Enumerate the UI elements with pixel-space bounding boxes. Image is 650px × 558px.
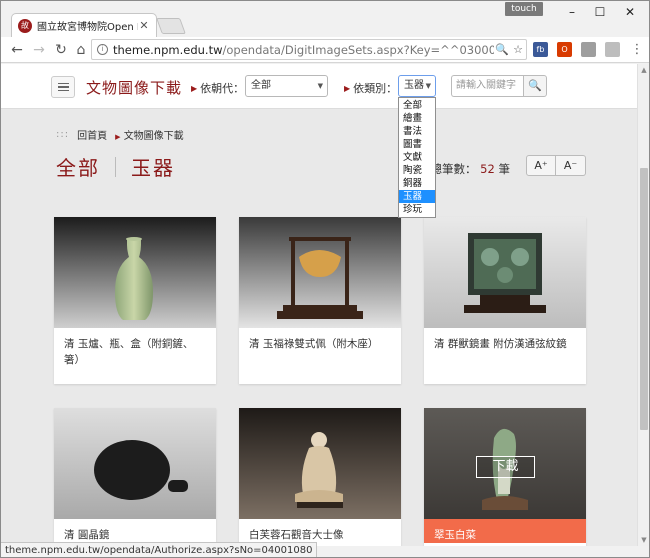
category-select[interactable]: 玉器 ▼ [398,75,436,97]
artifact-card[interactable]: 清 玉福祿雙式佩（附木座） [239,217,401,384]
breadcrumb-current-text[interactable]: 文物圖像下載 [124,131,184,142]
artifact-caption[interactable]: 翠玉白菜 [424,519,586,543]
profile-badge[interactable]: touch [505,2,543,16]
artifact-thumbnail[interactable] [54,217,216,328]
minimize-icon[interactable]: – [557,3,587,21]
search-icon: 🔍 [528,79,542,92]
page-title: 全部 玉器 [56,152,175,181]
dynasty-select[interactable]: 全部 ▼ [245,75,328,97]
search-button[interactable]: 🔍 [523,75,547,97]
dropdown-option[interactable]: 繪畫 [399,112,435,125]
tab-title: 國立故宮博物院Open D [37,22,138,33]
dropdown-option[interactable]: 玉器 [399,190,435,203]
dynasty-label-text: 依朝代： [200,82,245,95]
dynasty-select-value: 全部 [251,80,271,91]
tab-close-icon[interactable]: ✕ [138,19,150,32]
triangle-icon: ▶ [344,83,351,93]
forward-arrow-icon[interactable]: → [29,40,49,60]
maximize-icon[interactable]: ☐ [585,3,615,21]
artifact-caption[interactable]: 清 玉福祿雙式佩（附木座） [239,328,401,352]
artifact-card[interactable]: 白芙蓉石觀音大士像 [239,408,401,546]
browser-tab[interactable]: 故 國立故宮博物院Open D ✕ [11,13,157,37]
chevron-down-icon: ▼ [317,82,323,90]
category-select-value: 玉器 [404,80,424,91]
result-count-value: 52 [480,162,495,176]
artifact-caption[interactable]: 清 群獸鏡畫 附仿漢通弦紋鏡 [424,328,586,352]
url-host: theme.npm.edu.tw [113,42,223,57]
info-icon[interactable]: i [97,44,108,55]
triangle-icon: ▶ [115,133,121,141]
zoom-icon[interactable]: 🔍 [494,43,510,56]
artifact-card[interactable]: 清 玉爐、瓶、盒（附銅鏟、箸） [54,217,216,384]
breadcrumb-home-link[interactable]: 回首頁 [77,127,107,142]
dropdown-option[interactable]: 銅器 [399,177,435,190]
page-title-dynasty: 全部 [56,156,100,180]
dropdown-option[interactable]: 圖書 [399,138,435,151]
artifact-card[interactable]: 下載 翠玉白菜 [424,408,586,546]
reload-icon[interactable]: ↻ [51,40,71,60]
artifact-thumbnail[interactable] [424,217,586,328]
artifact-caption[interactable]: 白芙蓉石觀音大士像 [239,519,401,543]
search-input[interactable]: 請輸入關鍵字 [451,75,523,97]
dropdown-option[interactable]: 陶瓷 [399,164,435,177]
extension-icon[interactable] [581,42,596,57]
breadcrumb-current: ▶ 文物圖像下載 [115,127,184,142]
artifact-thumbnail[interactable] [239,408,401,519]
window-close-icon[interactable]: ✕ [615,3,645,21]
scroll-down-icon[interactable]: ▼ [638,534,649,546]
font-decrease-button[interactable]: A⁻ [556,155,586,176]
dropdown-option[interactable]: 書法 [399,125,435,138]
dynasty-filter-label: ▶ 依朝代： [191,80,244,96]
new-tab-button[interactable] [156,18,186,34]
artifact-thumbnail[interactable]: 下載 [424,408,586,519]
home-icon[interactable]: ⌂ [71,40,91,60]
bookmark-star-icon[interactable]: ☆ [510,43,526,56]
category-filter-label: ▶ 依類別： [344,80,397,96]
hamburger-menu-button[interactable] [51,76,75,98]
scroll-up-icon[interactable]: ▲ [638,64,649,76]
font-size-controls: A⁺ A⁻ [526,155,586,176]
address-bar[interactable]: i theme.npm.edu.tw/opendata/DigitImageSe… [91,39,527,60]
tab-strip: 故 國立故宮博物院Open D ✕ touch – ☐ ✕ [1,1,649,37]
url-path: /opendata/DigitImageSets.aspx?Key=^^0300… [222,42,495,57]
artifact-caption[interactable]: 清 圓晶鏡 [54,519,216,543]
download-button[interactable]: 下載 [476,456,535,478]
category-dropdown-list[interactable]: 全部 繪畫 書法 圖書 文獻 陶瓷 銅器 玉器 珍玩 [398,97,436,218]
browser-toolbar: ← → ↻ ⌂ i theme.npm.edu.tw/opendata/Digi… [1,37,649,63]
chrome-menu-icon[interactable]: ⋮ [627,40,647,60]
site-title[interactable]: 文物圖像下載 [86,77,182,98]
artifact-thumbnail[interactable] [239,217,401,328]
page-viewport: 文物圖像下載 ▶ 依朝代： 全部 ▼ ▶ 依類別： 玉器 ▼ 請輸入關鍵字 🔍 全部 繪畫… [1,64,637,546]
office-extension-icon[interactable]: O [557,42,572,57]
font-increase-button[interactable]: A⁺ [526,155,556,176]
scrollbar-thumb[interactable] [640,168,648,430]
dropdown-option[interactable]: 文獻 [399,151,435,164]
artifact-card[interactable]: 清 群獸鏡畫 附仿漢通弦紋鏡 [424,217,586,384]
chevron-down-icon: ▼ [425,82,431,90]
site-header: 文物圖像下載 ▶ 依朝代： 全部 ▼ ▶ 依類別： 玉器 ▼ 請輸入關鍵字 🔍 [1,64,637,109]
site-favicon-icon: 故 [18,18,32,33]
url-text: theme.npm.edu.tw/opendata/DigitImageSets… [113,43,494,57]
artifact-card[interactable]: 清 圓晶鏡 [54,408,216,546]
browser-window: 故 國立故宮博物院Open D ✕ touch – ☐ ✕ ← → ↻ ⌂ i … [0,0,650,558]
title-divider [115,156,116,177]
dropdown-option[interactable]: 全部 [399,99,435,112]
breadcrumb: ::: 回首頁 ▶ 文物圖像下載 [56,127,184,142]
cast-extension-icon[interactable] [605,42,620,57]
facebook-extension-icon[interactable]: fb [533,42,548,57]
artifact-thumbnail[interactable] [54,408,216,519]
breadcrumb-dots: ::: [56,129,70,140]
result-count-unit: 筆 [498,162,510,176]
category-label-text: 依類別： [353,82,398,95]
triangle-icon: ▶ [191,83,198,93]
back-arrow-icon[interactable]: ← [7,40,27,60]
page-title-category: 玉器 [131,156,175,180]
page-scrollbar[interactable]: ▲ ▼ [637,64,649,546]
artifact-caption[interactable]: 清 玉爐、瓶、盒（附銅鏟、箸） [54,328,216,368]
dropdown-option[interactable]: 珍玩 [399,203,435,216]
status-bar: theme.npm.edu.tw/opendata/Authorize.aspx… [1,542,318,557]
